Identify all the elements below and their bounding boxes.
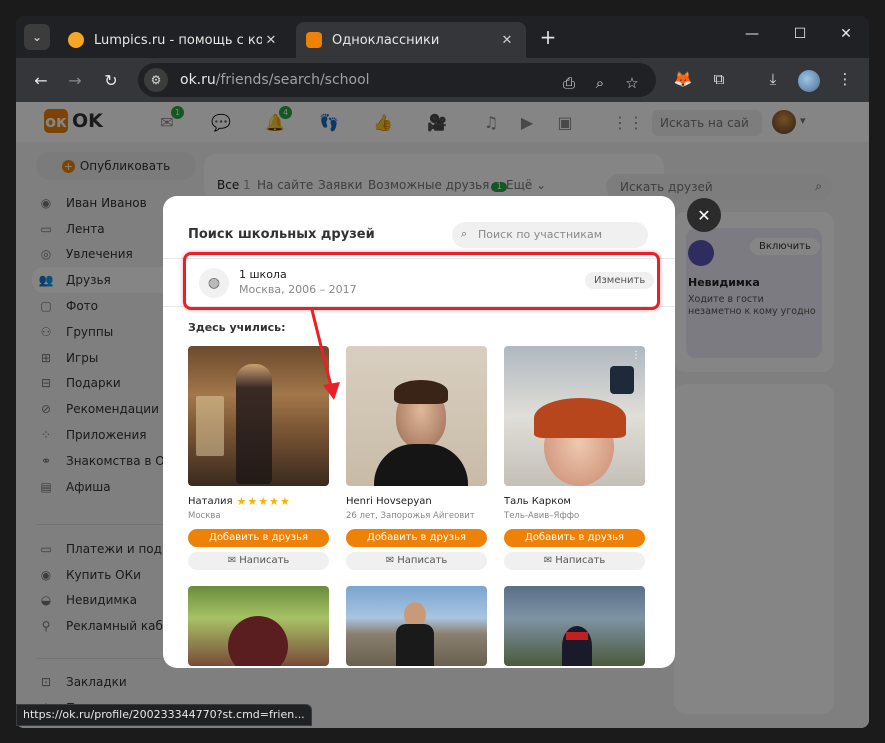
status-bar-url: https://ok.ru/profile/200233344770?st.cm…	[16, 704, 312, 726]
close-modal-icon[interactable]: ✕	[687, 198, 721, 232]
annotation-arrow	[310, 308, 340, 400]
browser-window: ⌄ Lumpics.ru - помощь с компь ✕ Одноклас…	[16, 16, 869, 728]
